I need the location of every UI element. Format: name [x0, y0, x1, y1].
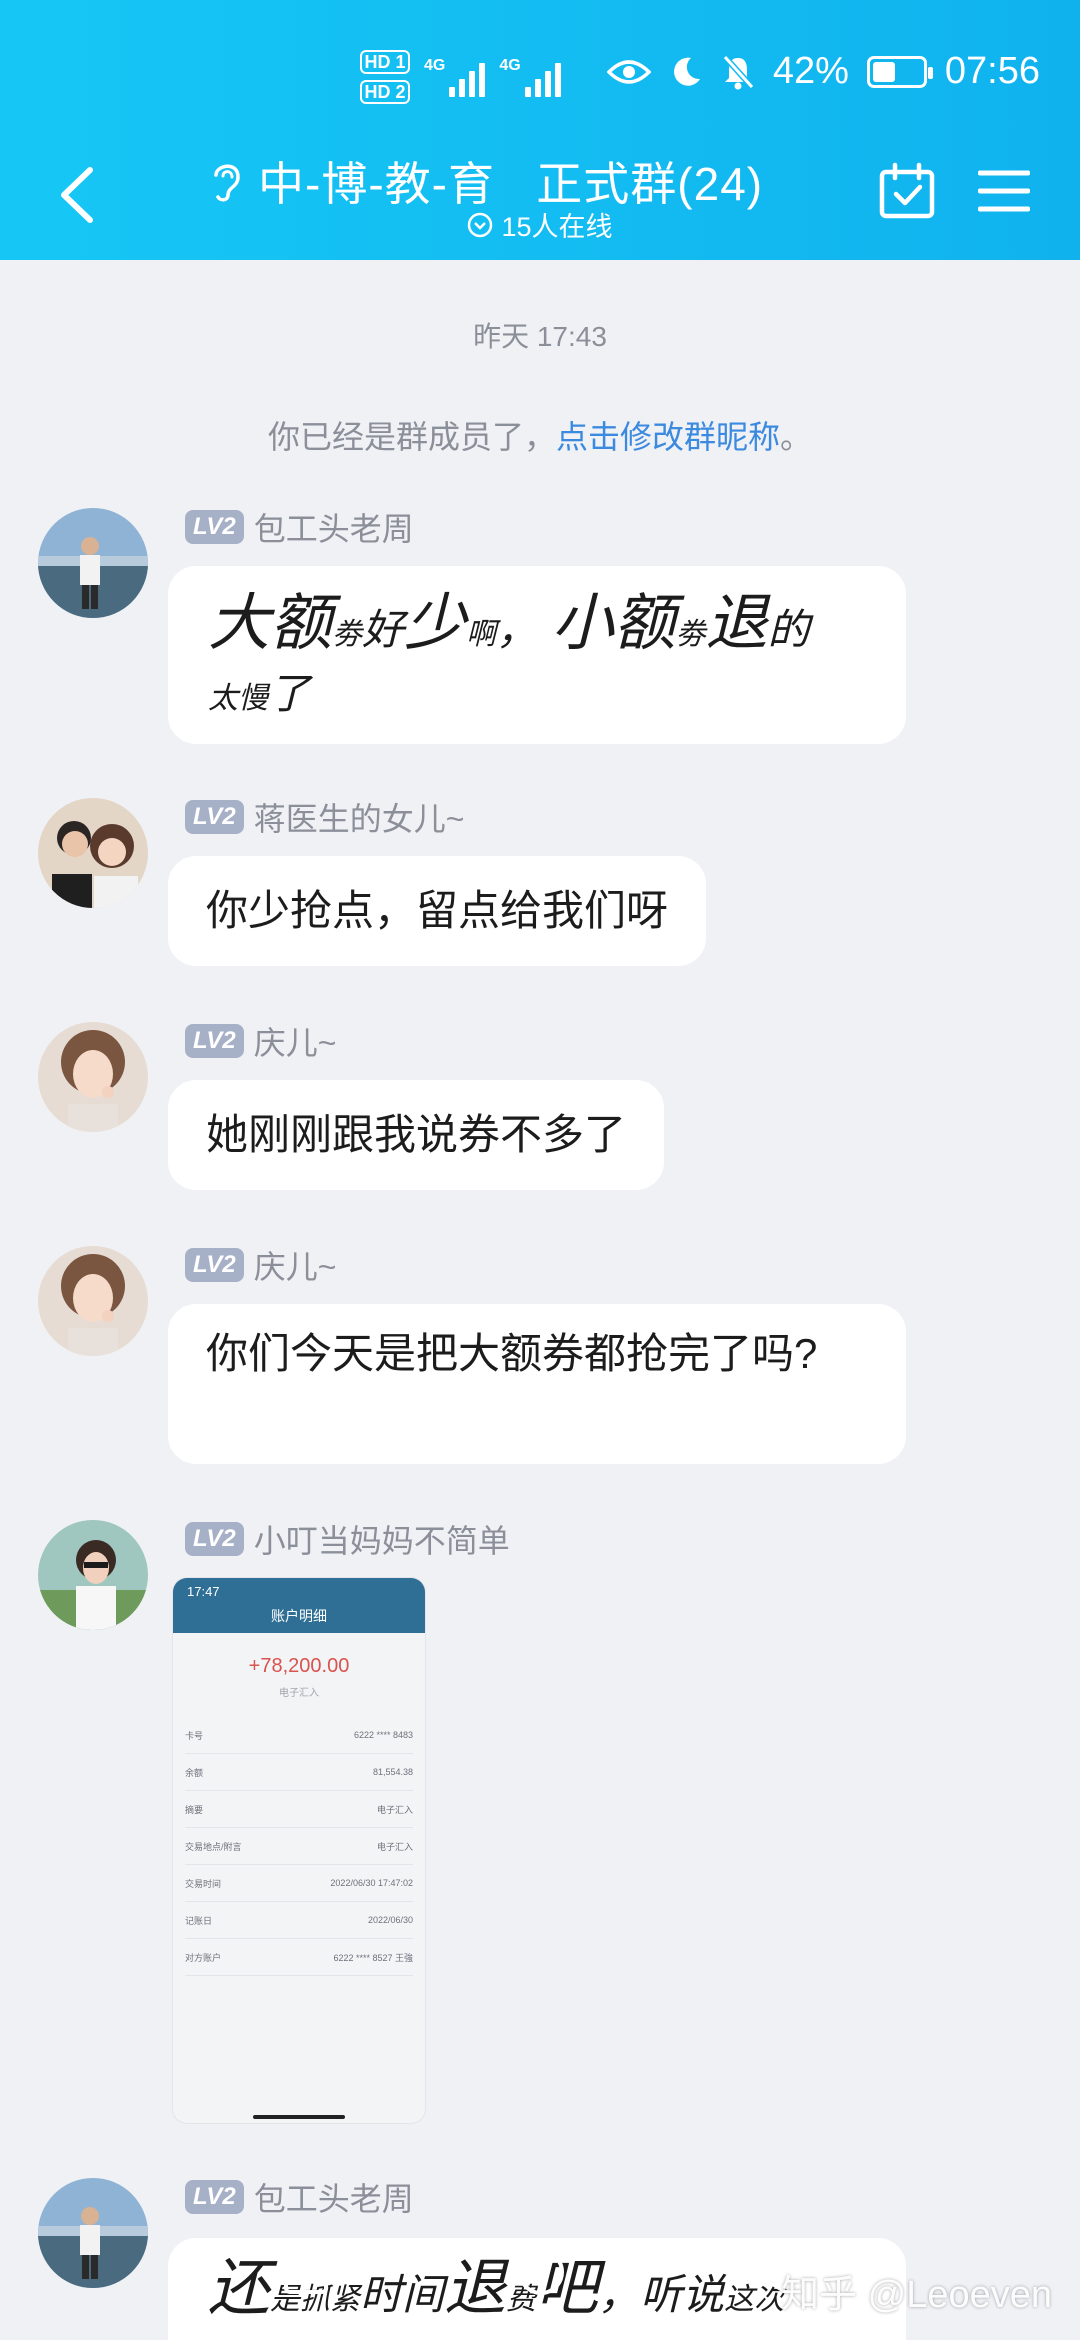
- battery-percent: 42%: [772, 50, 849, 92]
- join-notice: 你已经是群成员了，点击修改群昵称。: [0, 412, 1080, 458]
- message-bubble[interactable]: 她刚刚跟我说券不多了: [168, 1080, 665, 1190]
- image-row: 余额 81,554.38: [185, 1754, 413, 1791]
- level-badge: LV2: [185, 1522, 244, 1556]
- chevron-down-circle-icon: [468, 212, 493, 237]
- circle-nav-icon[interactable]: [515, 2246, 567, 2298]
- nav-bar: 中-博-教-育 正式群(24) 15人在线: [0, 140, 1080, 250]
- image-rows: 卡号 6222 **** 8483 余额 81,554.38 摘要 电子汇入 交易地点…: [185, 1717, 413, 1976]
- square-nav-icon[interactable]: [282, 2248, 330, 2296]
- sender-line: LV2 庆儿~: [185, 1022, 336, 1061]
- level-badge: LV2: [185, 1024, 244, 1058]
- chat-header: HD 1 HD 2 4G 4G 42% 07:56 中-博-教-育 正式群(24…: [0, 0, 1080, 260]
- level-badge: LV2: [185, 2180, 244, 2214]
- sender-name[interactable]: 蒋医生的女儿~: [254, 794, 465, 840]
- avatar[interactable]: [38, 508, 148, 618]
- moon-icon: [673, 57, 700, 86]
- menu-icon[interactable]: [978, 168, 1030, 214]
- signal-1-icon: 4G: [424, 57, 486, 97]
- signal-2-icon: 4G: [499, 57, 561, 97]
- image-header: 17:47 账户明细: [173, 1578, 425, 1633]
- image-row: 摘要 电子汇入: [185, 1791, 413, 1828]
- avatar[interactable]: [38, 1520, 148, 1630]
- battery-icon: [866, 55, 933, 88]
- sender-name[interactable]: 包工头老周: [254, 504, 414, 550]
- image-message[interactable]: 17:47 账户明细 +78,200.00 电子汇入 卡号 6222 **** 8…: [173, 1578, 425, 2123]
- message-bubble[interactable]: 大额劵好少啊， 小额劵退的 太慢了: [168, 566, 906, 744]
- level-badge: LV2: [185, 800, 244, 834]
- message-bubble[interactable]: 你们今天是把大额券都抢完了吗?: [168, 1304, 906, 1464]
- ear-icon[interactable]: [210, 159, 244, 203]
- notice-text: 你已经是群成员了，: [267, 419, 556, 455]
- avatar[interactable]: [38, 798, 148, 908]
- home-indicator: [253, 2115, 345, 2119]
- online-count-label: 15人在线: [501, 212, 613, 242]
- sender-name[interactable]: 包工头老周: [254, 2174, 414, 2220]
- notice-end: 。: [780, 419, 813, 455]
- sender-line: LV2 包工头老周: [185, 2178, 414, 2217]
- mute-bell-icon: [722, 54, 755, 89]
- level-badge: LV2: [185, 510, 244, 544]
- image-row: 对方账户 6222 **** 8527 王強: [185, 1939, 413, 1976]
- sender-line: LV2 小叮当妈妈不简单: [185, 1520, 510, 1559]
- avatar[interactable]: [38, 1246, 148, 1356]
- image-row: 交易时间 2022/06/30 17:47:02: [185, 1865, 413, 1902]
- calendar-check-icon[interactable]: [878, 162, 936, 220]
- hd1-badge: HD 1: [360, 50, 410, 74]
- sender-line: LV2 庆儿~: [185, 1246, 336, 1285]
- hd-badges: HD 1 HD 2: [360, 50, 410, 104]
- signal-indicators: HD 1 HD 2 4G 4G: [360, 50, 561, 104]
- sender-line: LV2 蒋医生的女儿~: [185, 798, 464, 837]
- edit-nickname-link[interactable]: 点击修改群昵称: [556, 419, 780, 455]
- status-right: 42% 07:56: [606, 50, 1040, 93]
- message-bubble[interactable]: 你少抢点，留点给我们呀: [168, 856, 707, 966]
- status-bar: HD 1 HD 2 4G 4G 42% 07:56: [0, 50, 1080, 110]
- sender-name[interactable]: 小叮当妈妈不简单: [254, 1516, 510, 1562]
- image-row: 交易地点/附言 电子汇入: [185, 1828, 413, 1865]
- sender-name[interactable]: 庆儿~: [254, 1018, 337, 1064]
- eye-icon: [606, 59, 651, 84]
- watermark: 知乎 @Leoeven: [781, 2274, 1052, 2316]
- time-separator: 昨天 17:43: [473, 321, 607, 352]
- avatar[interactable]: [38, 1022, 148, 1132]
- hd2-badge: HD 2: [360, 80, 410, 104]
- level-badge: LV2: [185, 1248, 244, 1282]
- image-row: 记账日 2022/06/30: [185, 1902, 413, 1939]
- image-amount: +78,200.00: [248, 1655, 350, 1677]
- image-subtitle: 电子汇入: [279, 1688, 319, 1699]
- sender-name[interactable]: 庆儿~: [254, 1242, 337, 1288]
- clock: 07:56: [944, 50, 1040, 92]
- sender-line: LV2 包工头老周: [185, 508, 414, 547]
- image-row: 卡号 6222 **** 8483: [185, 1717, 413, 1754]
